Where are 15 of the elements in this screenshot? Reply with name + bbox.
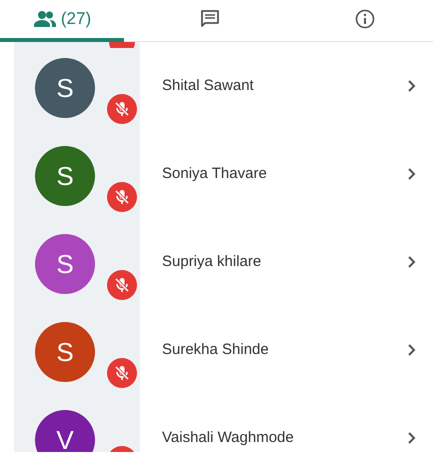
avatar: S [35, 146, 95, 206]
avatar: S [35, 322, 95, 382]
participant-name: Soniya Thavare [162, 164, 268, 184]
avatar: S [35, 58, 95, 118]
avatar: V [35, 410, 95, 452]
participant-row[interactable]: S Supriya khilare [0, 218, 433, 306]
participant-name: Vaishali Waghmode [162, 428, 295, 448]
participant-name: Surekha Shinde [162, 340, 270, 360]
participant-row[interactable]: V Vaishali Waghmode [0, 394, 433, 452]
participant-row[interactable]: S Soniya Thavare [0, 130, 433, 218]
participant-name: Supriya khilare [162, 252, 262, 272]
participant-row[interactable]: S Surekha Shinde [0, 306, 433, 394]
avatar: S [35, 234, 95, 294]
participant-row[interactable]: S Shital Sawant [0, 42, 433, 130]
participant-name: Shital Sawant [162, 76, 255, 96]
